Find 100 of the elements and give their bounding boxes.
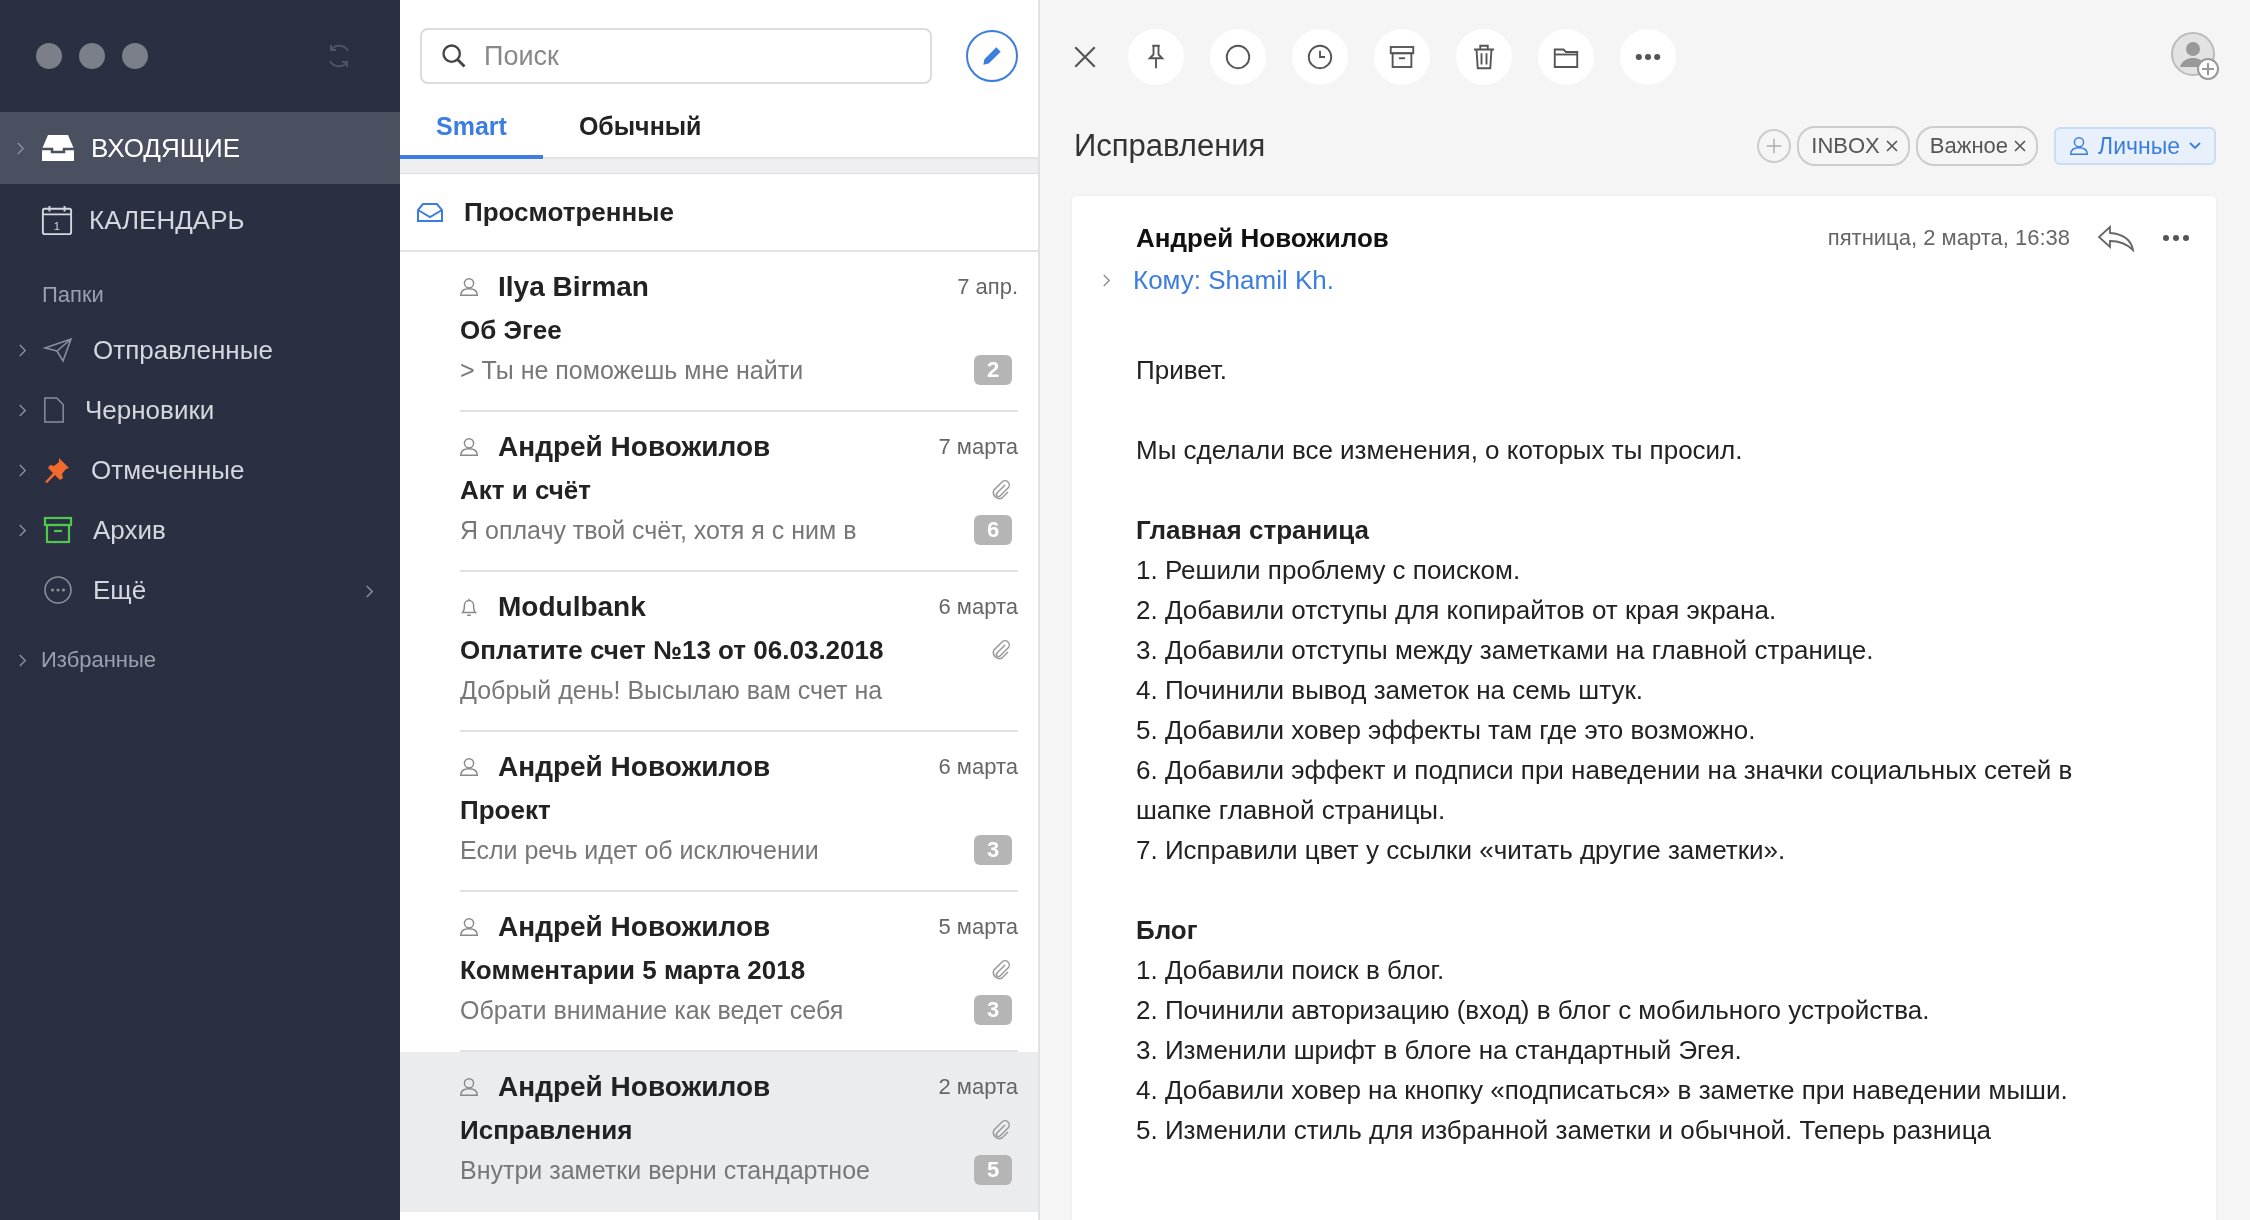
message-preview: Внутри заметки верни стандартное xyxy=(460,1155,871,1185)
message-preview: Если речь идет об исключении xyxy=(460,835,820,865)
window-control[interactable] xyxy=(122,43,148,69)
body-text: 5. Изменили стиль для избранной заметки и обычной. Теперь разница xyxy=(1136,1114,1992,1147)
plus-icon xyxy=(1765,137,1784,155)
message-date: 5 марта xyxy=(938,914,1018,940)
message-date: 2 марта xyxy=(938,1074,1018,1100)
circle-icon xyxy=(1223,42,1253,72)
ellipsis-circle-icon xyxy=(43,575,73,605)
document-icon xyxy=(43,396,65,424)
body-text: 2. Добавили отступы для копирайтов от края экрана. xyxy=(1136,594,1778,627)
thread-count: 2 xyxy=(974,355,1012,385)
body-text: 1. Добавили поиск в блог. xyxy=(1136,954,1446,987)
section-heading: Блог xyxy=(1136,914,1199,947)
favorites-item[interactable]: Избранные xyxy=(0,632,400,688)
thread-count: 3 xyxy=(974,995,1012,1025)
message-item[interactable]: Ilya Birman 7 апр. Об Эгее > Ты не поможешь мне найти 2 xyxy=(400,252,1038,412)
sidebar-item[interactable]: 1 КАЛЕНДАРЬ xyxy=(0,184,400,256)
body-text: Привет. xyxy=(1136,354,1229,387)
person-icon xyxy=(458,1076,480,1098)
message-item[interactable]: Андрей Новожилов 6 марта Проект Если речь идет об исключении 3 xyxy=(400,732,1038,892)
folder-item[interactable]: Архив xyxy=(0,500,400,560)
body-text: 4. Добавили ховер на кнопку «подписаться» в заметке при наведении мыши. xyxy=(1136,1074,2069,1107)
chevron-icon xyxy=(18,402,27,418)
chevron-icon xyxy=(18,342,27,358)
message-subject: Комментарии 5 марта 2018 xyxy=(460,954,807,986)
message-date: 6 марта xyxy=(938,594,1018,620)
caret-icon xyxy=(2188,141,2202,151)
person-icon xyxy=(458,276,480,298)
chevron-icon xyxy=(365,583,374,599)
expand-icon xyxy=(1102,272,1111,288)
message-date: 7 марта xyxy=(938,434,1018,460)
envelope-icon xyxy=(416,201,444,223)
folder-item[interactable]: Черновики xyxy=(0,380,400,440)
thread-count: 6 xyxy=(974,515,1012,545)
reply-button[interactable] xyxy=(2096,224,2136,252)
chevron-icon xyxy=(16,140,25,156)
search-field[interactable]: Поиск xyxy=(420,28,932,84)
more-icon xyxy=(1635,53,1661,61)
remove-icon[interactable] xyxy=(2014,140,2027,152)
more-icon xyxy=(2162,234,2190,242)
sender-name: Андрей Новожилов xyxy=(498,431,771,463)
body-text: 2. Починили авторизацию (вход) в блог с мобильного устройства. xyxy=(1136,994,1931,1027)
message-date: пятница, 2 марта, 16:38 xyxy=(1827,225,2070,251)
sender-name: Modulbank xyxy=(498,591,646,623)
message-subject: Оплатите счет №13 от 06.03.2018 xyxy=(460,634,885,666)
message-date: 7 апр. xyxy=(957,274,1018,300)
body-text: 4. Починили вывод заметок на семь штук. xyxy=(1136,674,1644,707)
remove-icon[interactable] xyxy=(1885,140,1898,152)
folder-item[interactable]: Ещё xyxy=(0,560,400,620)
clock-icon xyxy=(1305,42,1335,72)
message-item[interactable]: Андрей Новожилов 2 марта Исправления Внутри заметки верни стандартное 5 xyxy=(400,1052,1038,1212)
person-icon xyxy=(458,756,480,778)
archive-box-icon xyxy=(43,516,73,544)
thread-count: 5 xyxy=(974,1155,1012,1185)
window-control[interactable] xyxy=(79,43,105,69)
paper-plane-icon xyxy=(43,337,73,363)
sender-name: Андрей Новожилов xyxy=(1136,222,1390,254)
chevron-icon xyxy=(18,462,27,478)
message-item[interactable]: Modulbank 6 марта Оплатите счет №13 от 06.03.2018 Добрый день! Высылаю вам счет на xyxy=(400,572,1038,732)
folder-item[interactable]: Отправленные xyxy=(0,320,400,380)
sidebar-item[interactable]: ВХОДЯЩИЕ xyxy=(0,112,400,184)
window-control[interactable] xyxy=(36,43,62,69)
section-heading: Главная страница xyxy=(1136,514,1370,547)
message-preview: Обрати внимание как ведет себя xyxy=(460,995,845,1025)
folder-item[interactable]: Отмеченные xyxy=(0,440,400,500)
body-text: 3. Изменили шрифт в блоге на стандартный Эгея. xyxy=(1136,1034,1743,1067)
body-text: 3. Добавили отступы между заметками на главной странице. xyxy=(1136,634,1875,667)
thread-count: 3 xyxy=(974,835,1012,865)
message-item[interactable]: Андрей Новожилов 7 марта Акт и счёт Я оплачу твой счёт, хотя я с ним в 6 xyxy=(400,412,1038,572)
section-label: Папки xyxy=(41,281,105,309)
message-preview: > Ты не поможешь мне найти xyxy=(460,355,805,385)
category-dropdown[interactable]: Личные xyxy=(2054,127,2216,165)
tag-chip[interactable]: Важное xyxy=(1915,126,2039,166)
tab[interactable]: Обычный xyxy=(542,104,720,159)
group-header[interactable]: Просмотренные xyxy=(400,174,1038,252)
sender-name: Андрей Новожилов xyxy=(498,1071,771,1103)
body-text: 6. Добавили эффект и подписи при наведении на значки социальных сетей в шапке главной страницы. xyxy=(1136,754,2074,827)
inbox-icon xyxy=(41,133,75,163)
chevron-icon xyxy=(18,652,27,668)
message-title: Исправления xyxy=(1074,128,1267,164)
message-subject: Об Эгее xyxy=(460,314,563,346)
more-button[interactable] xyxy=(2162,234,2190,242)
person-add-icon xyxy=(2170,30,2220,81)
sender-name: Андрей Новожилов xyxy=(498,751,771,783)
person-icon xyxy=(2068,135,2091,157)
pushpin-icon xyxy=(43,456,71,484)
sender-name: Андрей Новожилов xyxy=(498,911,771,943)
person-icon xyxy=(458,436,480,458)
body-text: 1. Решили проблему с поиском. xyxy=(1136,554,1522,587)
message-subject: Акт и счёт xyxy=(460,474,593,506)
recipients-link[interactable]: Кому: Shamil Kh. xyxy=(1133,264,1334,296)
compose-button[interactable] xyxy=(966,30,1018,82)
reply-icon xyxy=(2096,224,2136,252)
search-icon xyxy=(440,42,468,70)
message-preview: Я оплачу твой счёт, хотя я с ним в xyxy=(460,515,858,545)
message-subject: Исправления xyxy=(460,1114,634,1146)
chevron-icon xyxy=(18,522,27,538)
tag-chip[interactable]: INBOX xyxy=(1797,126,1910,166)
body-text: Мы сделали все изменения, о которых ты просил. xyxy=(1136,434,1744,467)
